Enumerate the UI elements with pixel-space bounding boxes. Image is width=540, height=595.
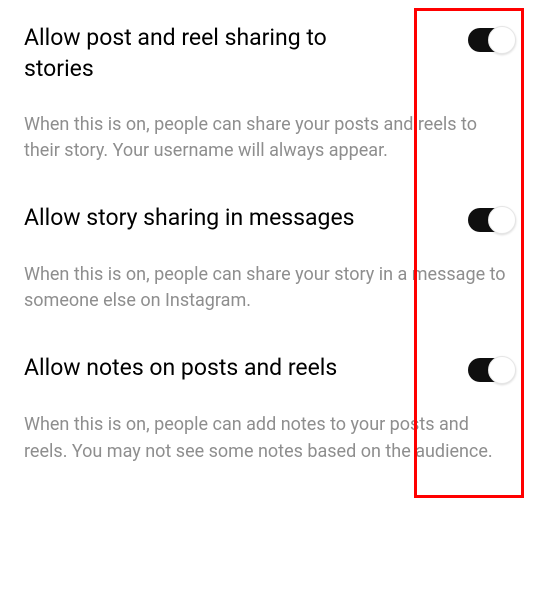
setting-description: When this is on, people can add notes to… xyxy=(24,412,516,464)
toggle-thumb xyxy=(488,356,516,384)
setting-title: Allow story sharing in messages xyxy=(24,202,355,233)
setting-notes-posts-reels: Allow notes on posts and reels When this… xyxy=(24,352,516,464)
setting-title: Allow notes on posts and reels xyxy=(24,352,337,383)
setting-header: Allow notes on posts and reels xyxy=(24,352,516,384)
setting-story-sharing-messages: Allow story sharing in messages When thi… xyxy=(24,202,516,314)
setting-header: Allow story sharing in messages xyxy=(24,202,516,234)
setting-description: When this is on, people can share your p… xyxy=(24,112,516,164)
toggle-thumb xyxy=(488,206,516,234)
setting-title: Allow post and reel sharing to stories xyxy=(24,22,384,84)
setting-description: When this is on, people can share your s… xyxy=(24,262,516,314)
setting-header: Allow post and reel sharing to stories xyxy=(24,22,516,84)
toggle-post-reel-sharing[interactable] xyxy=(468,26,516,54)
toggle-thumb xyxy=(488,26,516,54)
setting-post-reel-sharing: Allow post and reel sharing to stories W… xyxy=(24,22,516,164)
toggle-story-sharing-messages[interactable] xyxy=(468,206,516,234)
toggle-notes-posts-reels[interactable] xyxy=(468,356,516,384)
